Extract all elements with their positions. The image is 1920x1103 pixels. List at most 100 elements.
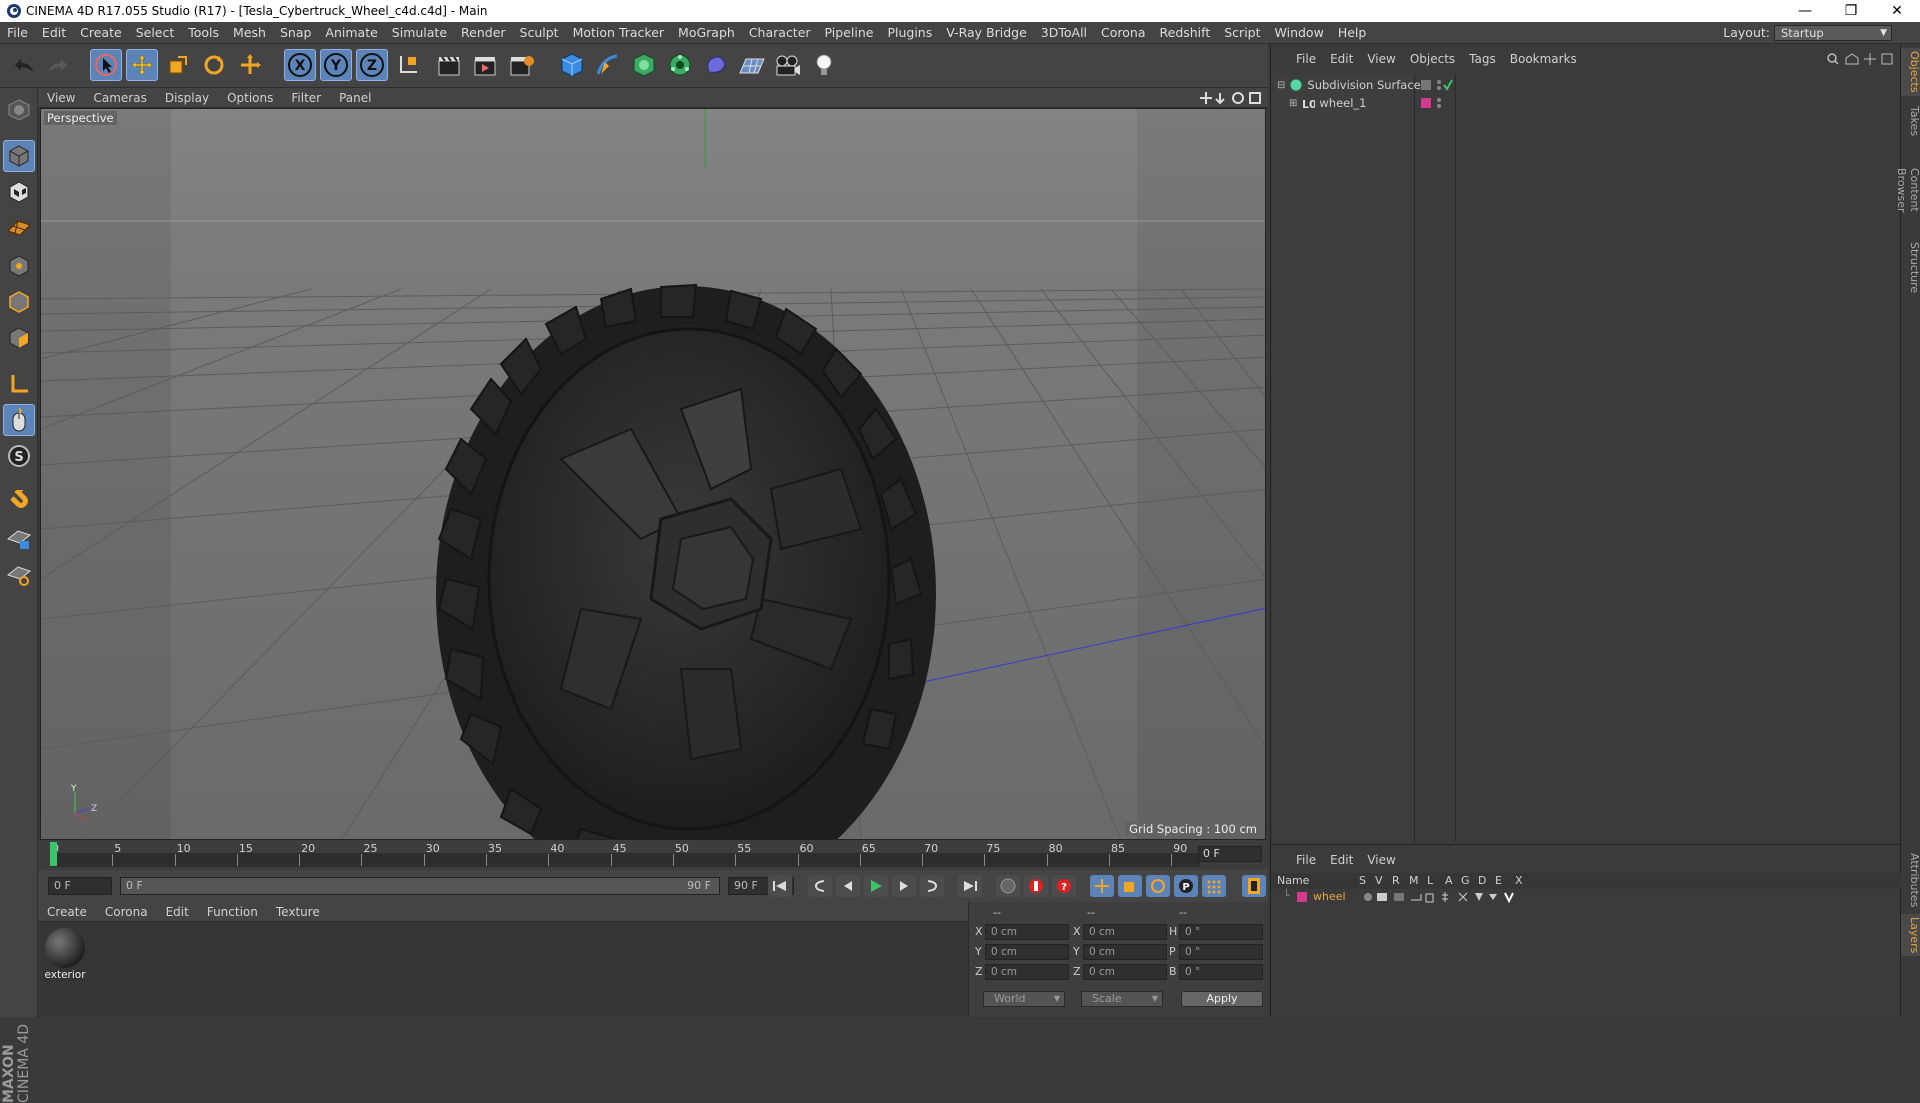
coord-value-field[interactable]: 0 cm: [985, 924, 1069, 940]
layer-column-s[interactable]: S: [1359, 874, 1366, 887]
coordinate-space-select[interactable]: World ▼: [983, 991, 1065, 1007]
workplane-lock-button[interactable]: [3, 522, 35, 554]
play-button[interactable]: [864, 875, 888, 897]
tab-takes[interactable]: Takes: [1901, 100, 1920, 142]
add-environment-button[interactable]: [736, 49, 768, 81]
coord-value-field[interactable]: 0 cm: [985, 964, 1069, 980]
material-menu-create[interactable]: Create: [38, 905, 96, 919]
layer-menu-edit[interactable]: Edit: [1323, 853, 1360, 867]
object-menu-file[interactable]: File: [1289, 52, 1323, 66]
coord-value-field[interactable]: 0 °: [1179, 964, 1263, 980]
menu-create[interactable]: Create: [73, 25, 129, 40]
collapse-icon[interactable]: ⊟: [1277, 80, 1285, 91]
menu-simulate[interactable]: Simulate: [385, 25, 454, 40]
key-point-level-button[interactable]: [1202, 875, 1226, 897]
material-menu-corona[interactable]: Corona: [96, 905, 157, 919]
render-to-picture-viewer-button[interactable]: [470, 49, 502, 81]
coord-value-field[interactable]: 0 cm: [1083, 964, 1167, 980]
tweak-mode-button[interactable]: [3, 404, 35, 436]
visibility-toggle-icon[interactable]: [1419, 78, 1453, 92]
previous-frame-button[interactable]: [836, 875, 860, 897]
layer-column-name[interactable]: Name: [1277, 874, 1309, 887]
material-menu-texture[interactable]: Texture: [267, 905, 329, 919]
object-row-wheel[interactable]: ⊞ L0 wheel_1: [1271, 94, 1901, 112]
object-row-subdivision-surface[interactable]: ⊟ Subdivision Surface: [1271, 76, 1901, 94]
key-rotation-button[interactable]: [1146, 875, 1170, 897]
layer-name[interactable]: wheel: [1313, 890, 1346, 903]
motion-record-button[interactable]: [996, 875, 1020, 897]
next-key-button[interactable]: [920, 875, 944, 897]
add-nurbs-button[interactable]: [628, 49, 660, 81]
point-mode-button[interactable]: [3, 250, 35, 282]
menu-sculpt[interactable]: Sculpt: [513, 25, 566, 40]
tab-structure[interactable]: Structure: [1901, 238, 1920, 298]
add-cube-button[interactable]: [556, 49, 588, 81]
undo-button[interactable]: [8, 49, 40, 81]
layer-column-a[interactable]: A: [1445, 874, 1453, 887]
close-button[interactable]: ✕: [1874, 0, 1920, 22]
menu-snap[interactable]: Snap: [273, 25, 318, 40]
transform-tool-button[interactable]: [234, 49, 266, 81]
expand-icon[interactable]: ⊞: [1289, 98, 1297, 109]
current-frame-field[interactable]: 0 F: [1198, 846, 1262, 862]
material-menu-edit[interactable]: Edit: [157, 905, 198, 919]
object-manager-toolbar-icons[interactable]: [1826, 52, 1896, 66]
add-deformer-button[interactable]: [700, 49, 732, 81]
live-selection-button[interactable]: [90, 49, 122, 81]
layer-row-wheel[interactable]: └ wheel: [1271, 889, 1901, 905]
record-keyframe-button[interactable]: [1024, 875, 1048, 897]
tab-objects[interactable]: Objects: [1901, 48, 1920, 96]
material-menu-function[interactable]: Function: [198, 905, 267, 919]
polygon-mode-button[interactable]: [3, 322, 35, 354]
material-swatch-exterior[interactable]: exterior: [43, 928, 87, 984]
viewport-menu-filter[interactable]: Filter: [282, 91, 330, 105]
go-to-end-button[interactable]: [958, 875, 982, 897]
menu-animate[interactable]: Animate: [318, 25, 384, 40]
z-axis-lock-button[interactable]: Z: [356, 49, 388, 81]
object-menu-bookmarks[interactable]: Bookmarks: [1503, 52, 1584, 66]
viewport-scene[interactable]: Y Z: [41, 109, 1266, 840]
coord-value-field[interactable]: 0 °: [1179, 924, 1263, 940]
menu-plugins[interactable]: Plugins: [880, 25, 939, 40]
timeline-button[interactable]: [1242, 875, 1266, 897]
layer-color-swatch[interactable]: [1297, 892, 1307, 902]
tab-layers[interactable]: Layers: [1901, 914, 1920, 956]
y-axis-lock-button[interactable]: Y: [320, 49, 352, 81]
timeline-track[interactable]: [50, 853, 1200, 867]
menu-redshift[interactable]: Redshift: [1153, 25, 1218, 40]
object-menu-objects[interactable]: Objects: [1403, 52, 1462, 66]
coord-value-field[interactable]: 0 cm: [1083, 944, 1167, 960]
enable-axis-button[interactable]: [3, 368, 35, 400]
move-tool-button[interactable]: [126, 49, 158, 81]
layer-column-r[interactable]: R: [1392, 874, 1400, 887]
object-tree[interactable]: [1273, 74, 1415, 842]
menu-select[interactable]: Select: [129, 25, 182, 40]
minimize-button[interactable]: —: [1782, 0, 1828, 22]
render-view-button[interactable]: [434, 49, 466, 81]
workplane-mode-button[interactable]: [3, 212, 35, 244]
menu-tools[interactable]: Tools: [181, 25, 226, 40]
menu-script[interactable]: Script: [1217, 25, 1267, 40]
viewport-menu-cameras[interactable]: Cameras: [84, 91, 155, 105]
viewport-menu-options[interactable]: Options: [218, 91, 282, 105]
menu-file[interactable]: File: [0, 25, 35, 40]
layer-color-tag-icon[interactable]: [1419, 96, 1453, 110]
menu-mograph[interactable]: MoGraph: [671, 25, 742, 40]
add-mograph-button[interactable]: [664, 49, 696, 81]
layer-column-d[interactable]: D: [1478, 874, 1486, 887]
viewport-menu-view[interactable]: View: [38, 91, 84, 105]
model-mode-button[interactable]: [3, 140, 35, 172]
redo-button[interactable]: [42, 49, 74, 81]
render-settings-button[interactable]: [506, 49, 538, 81]
add-camera-button[interactable]: [772, 49, 804, 81]
coord-value-field[interactable]: 0 cm: [985, 944, 1069, 960]
perspective-viewport[interactable]: Y Z Perspective Grid Spacing : 100 cm: [40, 108, 1266, 840]
coord-value-field[interactable]: 0 °: [1179, 944, 1263, 960]
object-menu-view[interactable]: View: [1360, 52, 1402, 66]
layer-menu-file[interactable]: File: [1289, 853, 1323, 867]
tab-attributes[interactable]: Attributes: [1901, 850, 1920, 910]
texture-mode-button[interactable]: [3, 176, 35, 208]
object-menu-edit[interactable]: Edit: [1323, 52, 1360, 66]
locked-workplane-button[interactable]: [3, 558, 35, 590]
menu-mesh[interactable]: Mesh: [226, 25, 273, 40]
